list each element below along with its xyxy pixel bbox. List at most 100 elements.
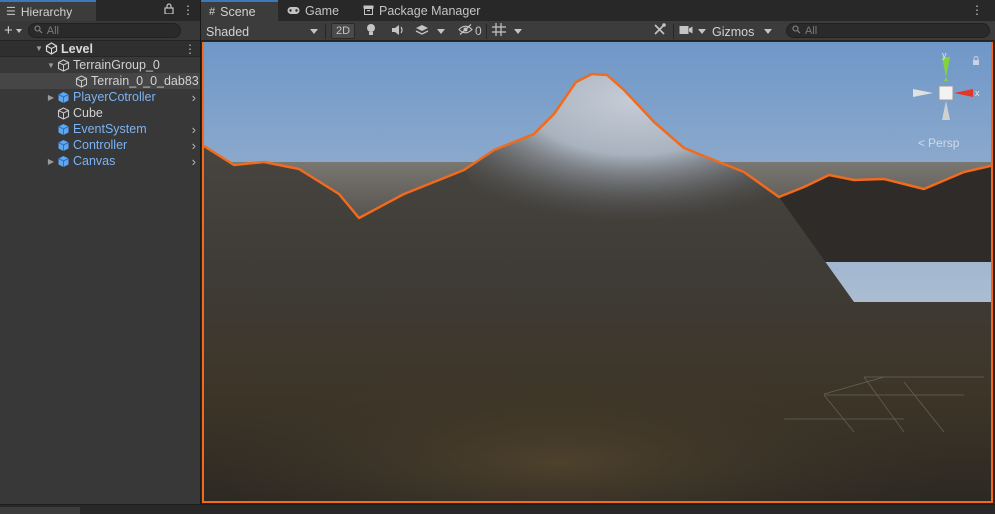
hierarchy-tabbar: ☰ Hierarchy ⋮ [0,0,200,21]
y-axis-label: y [942,50,947,60]
eye-hidden-icon [458,24,473,38]
hierarchy-search[interactable] [27,23,181,38]
tab-scene[interactable]: # Scene [201,0,278,21]
tools-button[interactable] [653,23,666,39]
scene-viewport[interactable] [202,42,993,503]
hierarchy-toolbar: + [0,21,200,41]
chevron-down-icon [310,29,318,34]
tab-hierarchy[interactable]: ☰ Hierarchy [0,0,96,21]
hierarchy-item-label: PlayerCotroller [73,90,156,104]
kebab-menu-icon[interactable]: ⋮ [182,3,194,17]
search-icon [792,24,801,37]
unity-scene-icon [44,42,58,56]
projection-label: Persp [928,136,960,150]
chevron-right-icon[interactable]: › [192,122,196,137]
chevron-down-icon [698,28,706,34]
hierarchy-search-input[interactable] [46,24,180,37]
expand-arrow-icon[interactable]: ▶ [46,157,56,166]
kebab-menu-icon[interactable]: ⋮ [971,3,983,17]
tab-package-manager[interactable]: Package Manager [355,0,495,21]
chevron-right-icon[interactable]: › [192,154,196,169]
scene-tabbar: # Scene Game Package Manager ⋮ [201,0,995,21]
tab-label: Package Manager [379,3,481,18]
prefab-icon [56,138,70,152]
orientation-gizmo[interactable]: y x [911,50,981,120]
scene-visibility-toggle[interactable]: 0 [458,23,482,39]
neg-x-axis-cone-icon[interactable] [913,89,933,97]
bottom-panel-tabbar [0,504,995,514]
shading-mode-value: Shaded [206,24,250,39]
terrain-render [204,42,991,501]
tab-label: Scene [220,4,256,19]
scene-row-level[interactable]: ▼ Level ⋮ [0,41,200,57]
scene-toolbar: Shaded 2D 0 Gizmos All [201,21,995,41]
hidden-count: 0 [475,24,482,38]
hierarchy-item-label: Terrain_0_0_dab83 [91,74,199,88]
expand-arrow-icon[interactable]: ▼ [46,61,56,70]
lock-icon[interactable] [164,3,174,17]
hierarchy-item-terrain[interactable]: Terrain_0_0_dab83 [0,73,200,89]
neg-y-axis-cone-icon[interactable] [942,101,950,120]
camera-icon [679,24,693,38]
chevron-down-icon [437,28,445,34]
hierarchy-item-canvas[interactable]: ▶ Canvas › [0,153,200,169]
hierarchy-item-label: Controller [73,138,128,152]
2d-label: 2D [331,23,356,39]
grid-icon [492,23,506,39]
chevron-down-icon [764,29,772,34]
chevron-right-icon[interactable]: › [192,90,196,105]
x-axis-label: x [975,88,980,98]
tools-wrench-icon [653,23,666,39]
scene-kebab-icon[interactable]: ⋮ [184,42,196,56]
tab-game[interactable]: Game [279,0,353,21]
hierarchy-item-label: Cube [73,106,103,120]
scene-search[interactable] [786,23,990,38]
gizmo-center-cube-icon[interactable] [938,85,954,101]
speaker-icon [391,24,405,39]
lighting-toggle-button[interactable] [366,23,376,39]
hierarchy-item-label: EventSystem [73,122,147,136]
hierarchy-item-cube[interactable]: Cube [0,105,200,121]
gameobject-icon [56,106,70,120]
hierarchy-panel: ☰ Hierarchy ⋮ + ▼ Level [0,0,200,504]
plus-icon: + [4,22,13,39]
x-axis-cone-icon[interactable] [954,89,973,97]
scene-name: Level [61,41,93,56]
list-icon: ☰ [6,6,16,18]
hierarchy-item-eventsystem[interactable]: EventSystem › [0,121,200,137]
hash-icon: # [209,5,216,18]
audio-toggle-button[interactable] [391,23,405,39]
expand-arrow-icon[interactable]: ▼ [34,44,44,53]
chevron-down-icon [15,28,22,33]
prefab-icon [56,122,70,136]
expand-arrow-icon[interactable]: ▶ [46,93,56,102]
grid-dropdown[interactable] [492,23,522,39]
y-axis-cone-icon[interactable] [942,57,950,77]
persp-chevron-icon: < [918,136,926,150]
camera-settings-dropdown[interactable] [679,23,706,39]
effects-dropdown[interactable] [415,23,445,39]
scene-search-input[interactable] [805,24,989,37]
add-object-button[interactable]: + [4,22,22,39]
chevron-right-icon[interactable]: › [192,138,196,153]
tab-label: Game [305,3,340,18]
hierarchy-item-controller[interactable]: Controller › [0,137,200,153]
hierarchy-item-label: Canvas [73,154,116,168]
2d-toggle-button[interactable]: 2D [331,23,356,39]
projection-toggle[interactable]: < Persp [918,136,959,150]
lightbulb-icon [366,23,376,39]
gizmos-dropdown[interactable]: Gizmos [707,23,777,40]
prefab-icon [56,90,70,104]
gamepad-icon [287,4,300,18]
hierarchy-item-label: TerrainGroup_0 [73,58,160,72]
package-icon [363,4,374,18]
gameobject-icon [74,74,88,88]
hierarchy-tab-label: Hierarchy [20,4,73,19]
hierarchy-item-playercontroller[interactable]: ▶ PlayerCotroller › [0,89,200,105]
tab-project[interactable] [0,507,80,514]
shading-mode-dropdown[interactable]: Shaded [201,23,323,40]
hierarchy-item-terraingroup[interactable]: ▼ TerrainGroup_0 [0,57,200,73]
gizmo-lock-icon[interactable] [972,54,980,68]
chevron-down-icon [514,28,522,34]
prefab-icon [56,154,70,168]
